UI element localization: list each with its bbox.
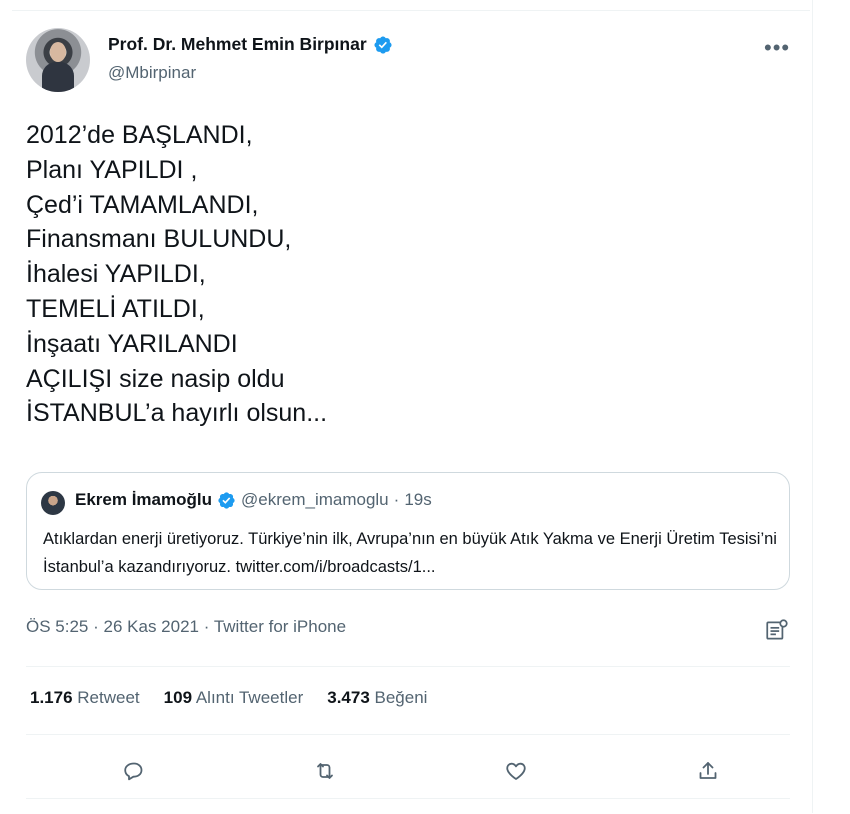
tweet-line: Çed’i TAMAMLANDI, [26,190,259,219]
retweet-button[interactable] [307,753,343,789]
reply-button[interactable] [116,753,152,789]
tweet-time[interactable]: ÖS 5:25 [26,617,88,636]
avatar-head [50,42,66,62]
tweet-line: Finansmanı BULUNDU, [26,225,292,254]
tweet-line: AÇILIŞI size nasip oldu [26,364,285,393]
tweet-source[interactable]: Twitter for iPhone [214,617,346,636]
likes-stat[interactable]: 3.473 Beğeni [327,688,427,708]
tweet-line: TEMELİ ATILDI, [26,294,205,323]
author-name-row: Prof. Dr. Mehmet Emin Birpınar [108,34,393,55]
divider [26,798,790,799]
quotes-count: 109 [163,688,193,707]
heart-icon [506,762,526,780]
author-handle[interactable]: @Mbirpinar [108,63,196,83]
retweets-count: 1.176 [30,688,73,707]
tweet-text: 2012’de BAŞLANDI, Planı YAPILDI , Çed’i … [26,118,327,431]
quote-separator: · [393,490,400,509]
tweet-date[interactable]: 26 Kas 2021 [104,617,199,636]
tweet-line: İSTANBUL’a hayırlı olsun... [26,399,328,428]
analytics-icon[interactable] [764,617,790,643]
likes-label: Beğeni [374,688,428,707]
quote-author-handle: @ekrem_imamoglu [241,490,389,509]
more-dots-icon[interactable]: ••• [764,35,790,61]
timeline-border [812,0,813,813]
tweet-meta: ÖS 5:25 · 26 Kas 2021 · Twitter for iPho… [26,617,346,637]
tweet-line: 2012’de BAŞLANDI, [26,121,253,149]
retweets-stat[interactable]: 1.176 Retweet [30,688,140,708]
share-icon [699,762,717,779]
likes-count: 3.473 [327,688,370,707]
quote-header: Ekrem İmamoğlu @ekrem_imamoglu · 19s [75,490,432,510]
verified-badge-icon [374,35,392,54]
divider [26,734,790,735]
avatar-suit [42,62,74,92]
quote-time: 19s [404,490,432,509]
tweet-detail: Prof. Dr. Mehmet Emin Birpınar @Mbirpina… [12,10,810,814]
share-button[interactable] [690,753,726,789]
reply-icon [124,762,143,781]
like-button[interactable] [498,753,534,789]
tweet-actions [26,749,790,793]
author-name[interactable]: Prof. Dr. Mehmet Emin Birpınar [108,34,367,55]
quote-text: Atıklardan enerji üretiyoruz. Türkiye’ni… [43,530,777,576]
author-avatar[interactable] [26,28,90,92]
tweet-line: İhalesi YAPILDI, [26,260,206,289]
quotes-label: Alıntı Tweetler [195,688,304,707]
verified-badge-icon [218,491,235,509]
tweet-line: Planı YAPILDI , [26,155,198,184]
quote-author-avatar [41,491,65,515]
quotes-stat[interactable]: 109 Alıntı Tweetler [164,688,304,708]
meta-separator: · [203,617,210,636]
retweet-icon [317,763,333,779]
quote-tweet-card[interactable]: Ekrem İmamoğlu @ekrem_imamoglu · 19s Atı… [26,472,790,590]
meta-separator: · [93,617,99,636]
engagement-stats: 1.176 Retweet 109 Alıntı Tweetler 3.473 … [30,688,427,708]
divider [26,666,790,667]
tweet-line: İnşaatı YARILANDI [26,329,238,358]
quote-author-name: Ekrem İmamoğlu [75,490,212,509]
retweets-label: Retweet [77,688,140,707]
